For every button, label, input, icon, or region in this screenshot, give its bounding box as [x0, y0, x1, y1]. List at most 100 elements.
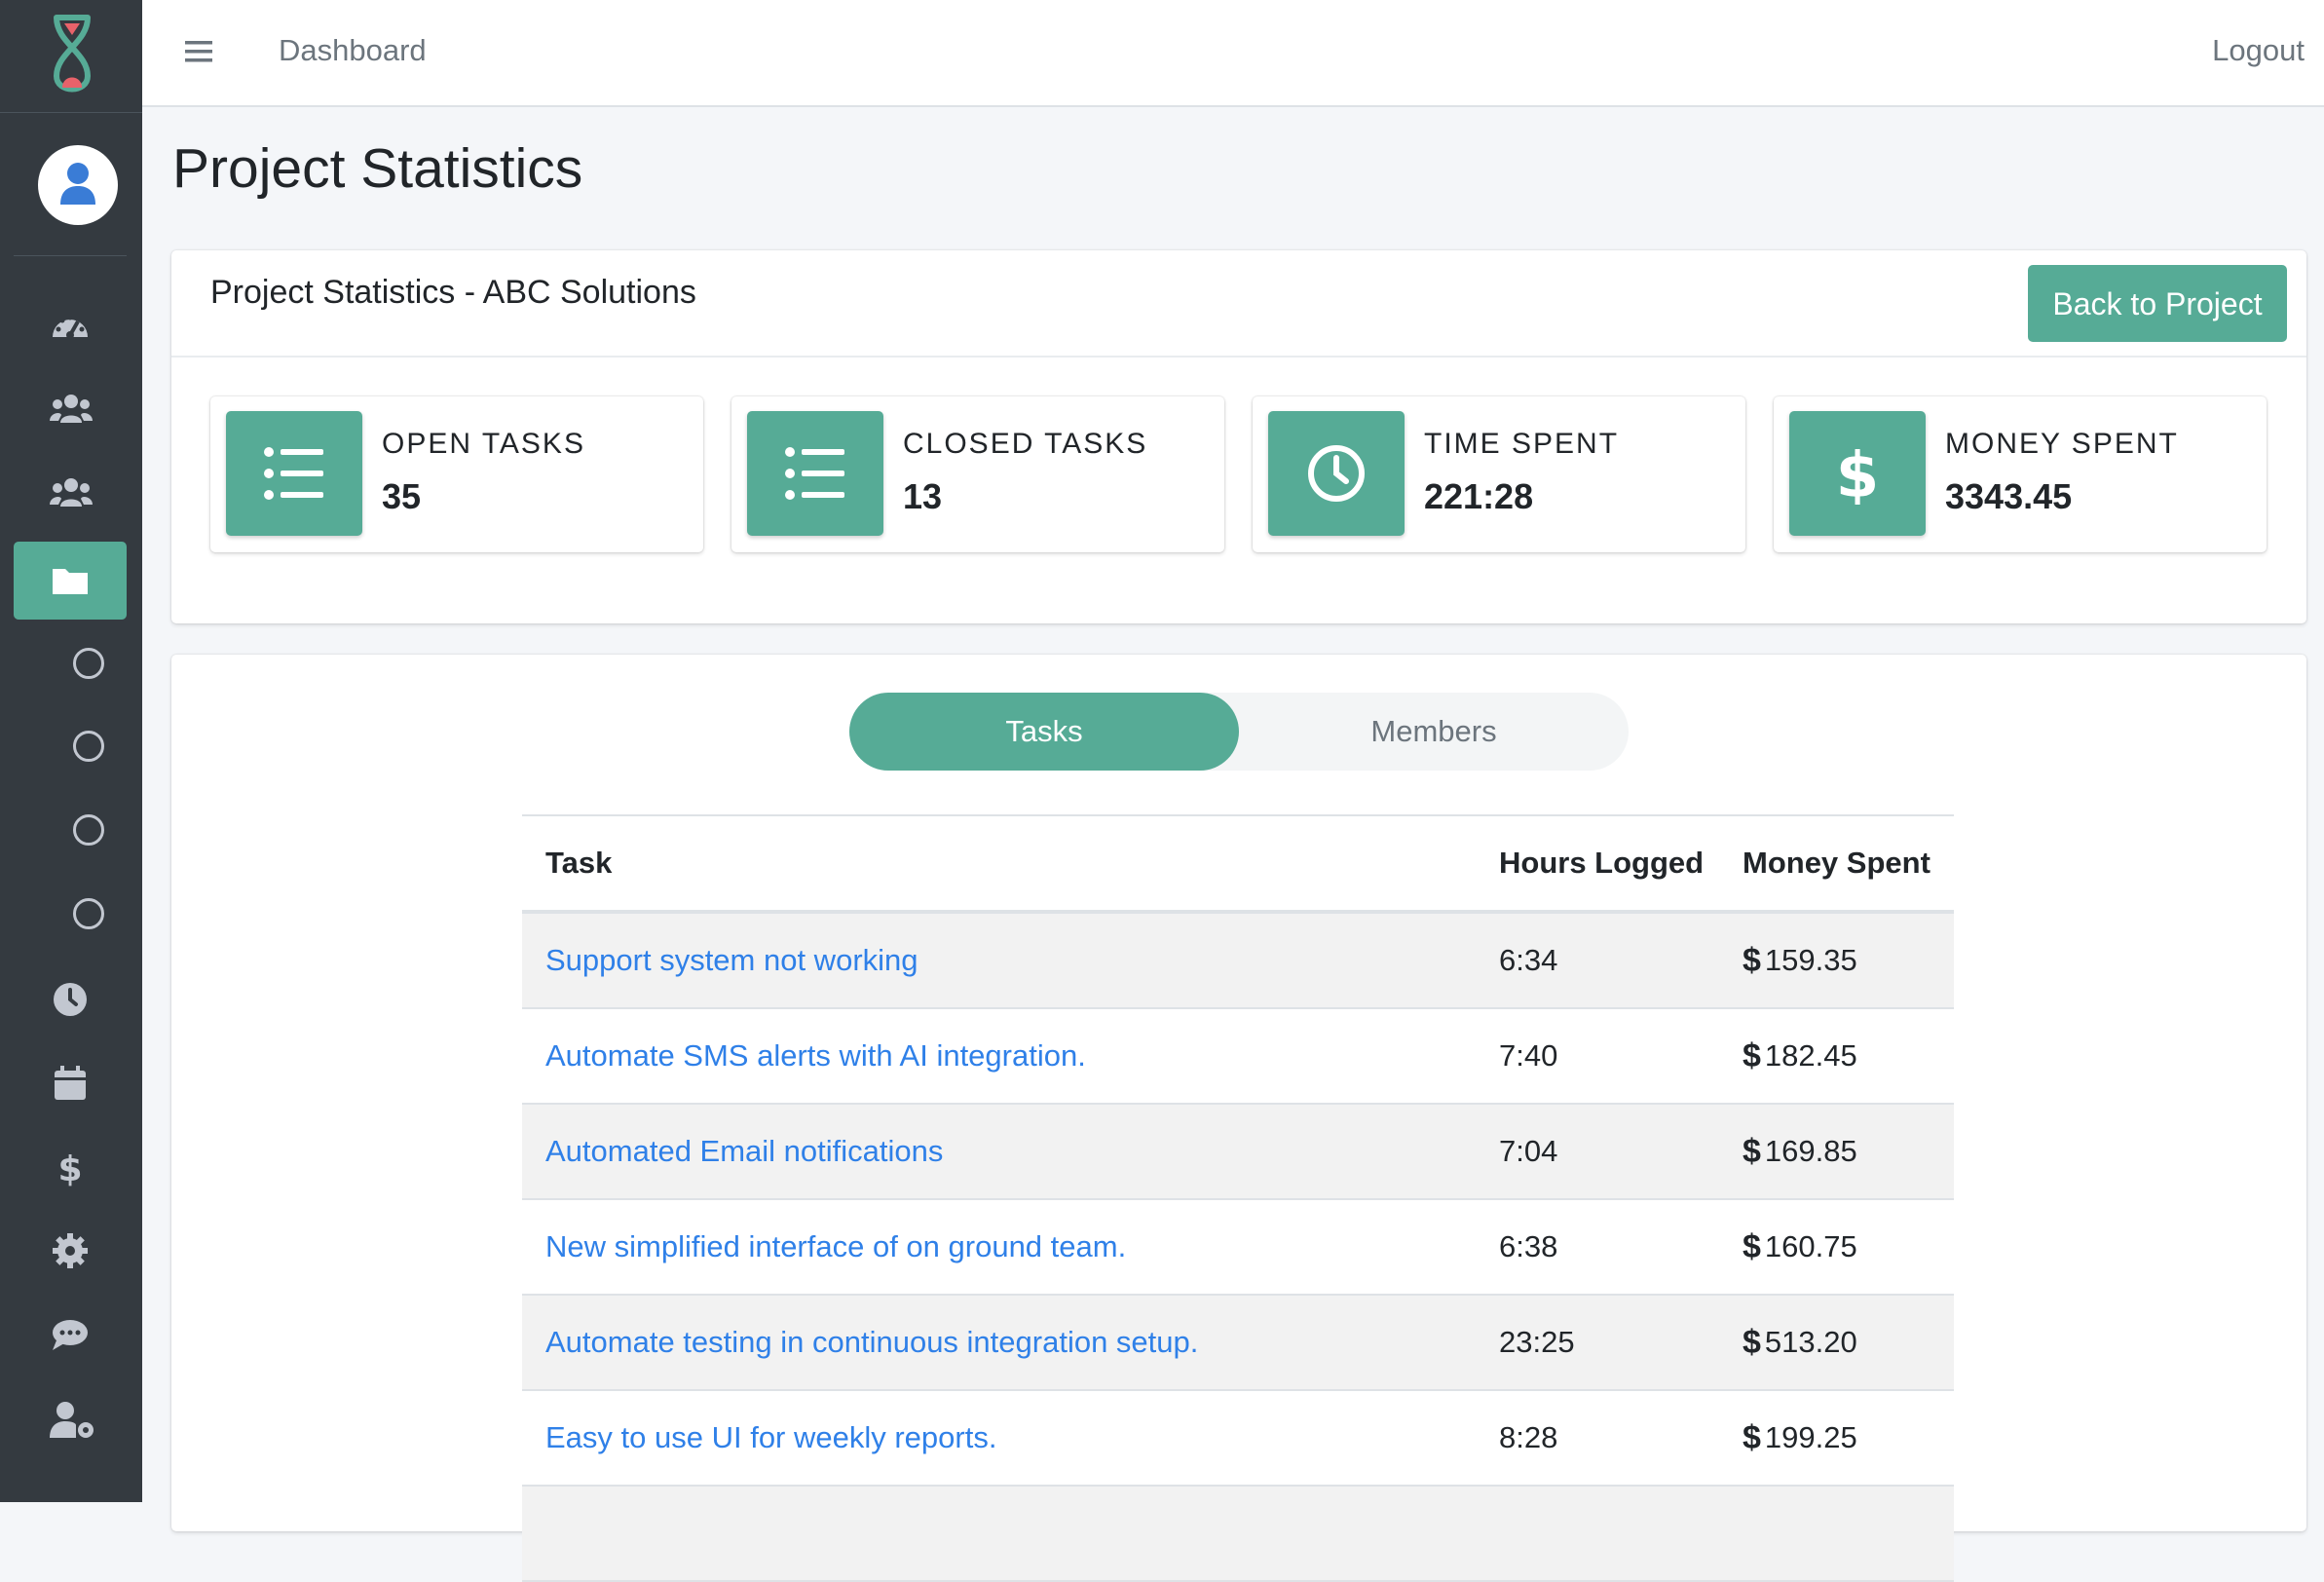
task-link[interactable]: New simplified interface of on ground te… — [545, 1229, 1126, 1264]
sidebar-subitem-4-icon[interactable] — [73, 898, 104, 929]
table-row: Automated Email notifications 7:04 $169.… — [522, 1105, 1954, 1200]
money-spent-icon-box: $ — [1789, 411, 1926, 536]
currency-symbol: $ — [1743, 1227, 1761, 1265]
time-spent-box: TIME SPENT 221:28 — [1253, 396, 1745, 552]
teams-icon — [50, 478, 93, 507]
money-cell: $160.75 — [1743, 1200, 1857, 1294]
sidebar-item-clients[interactable] — [14, 370, 127, 448]
stat-label: OPEN TASKS — [382, 428, 585, 460]
stat-value: 13 — [903, 476, 943, 516]
money-cell: $169.85 — [1743, 1105, 1857, 1198]
stat-value: 3343.45 — [1945, 476, 2073, 516]
user-icon — [60, 163, 95, 205]
task-link[interactable]: Automate SMS alerts with AI integration. — [545, 1038, 1086, 1074]
sidebar-subitem-1-icon[interactable] — [73, 648, 104, 679]
column-header-task[interactable]: Task — [545, 816, 612, 910]
sidebar: $ — [0, 0, 142, 1502]
column-header-money[interactable]: Money Spent — [1743, 816, 1930, 910]
hours-cell: 6:38 — [1499, 1229, 1558, 1263]
task-link[interactable]: Support system not working — [545, 943, 918, 978]
money-value: 160.75 — [1764, 1229, 1857, 1263]
stat-label: CLOSED TASKS — [903, 428, 1148, 460]
svg-text:$: $ — [57, 1149, 82, 1188]
sidebar-item-time[interactable] — [14, 960, 127, 1038]
closed-tasks-icon-box — [747, 411, 883, 536]
sidebar-subitem-2-icon[interactable] — [73, 731, 104, 762]
money-value: 182.45 — [1764, 1038, 1857, 1073]
money-value: 199.25 — [1764, 1420, 1857, 1454]
sidebar-item-user-settings[interactable] — [14, 1381, 127, 1459]
hours-cell: 8:28 — [1499, 1420, 1558, 1454]
open-tasks-box: OPEN TASKS 35 — [210, 396, 703, 552]
currency-symbol: $ — [1743, 1036, 1761, 1074]
tab-members[interactable]: Members — [1239, 693, 1629, 771]
time-spent-icon-box — [1268, 411, 1405, 536]
table-row: New simplified interface of on ground te… — [522, 1200, 1954, 1296]
stat-value: 35 — [382, 476, 422, 516]
logout-link[interactable]: Logout — [2212, 33, 2305, 68]
dashboard-icon — [53, 315, 88, 339]
task-link[interactable]: Automate testing in continuous integrati… — [545, 1325, 1198, 1360]
sidebar-item-settings[interactable] — [14, 1212, 127, 1290]
closed-tasks-box: CLOSED TASKS 13 — [731, 396, 1224, 552]
sidebar-item-calendar[interactable] — [14, 1044, 127, 1122]
table-row: Support system not working 6:34 $159.35 — [522, 914, 1954, 1009]
brand-logo-icon — [53, 15, 92, 93]
hours-cell: 6:34 — [1499, 943, 1558, 977]
sidebar-item-projects[interactable] — [14, 542, 127, 620]
money-cell: $199.25 — [1743, 1391, 1857, 1485]
table-row: Easy to use UI for weekly reports. 8:28 … — [522, 1391, 1954, 1487]
sidebar-item-dashboard[interactable] — [14, 288, 127, 366]
sidebar-item-messages[interactable] — [14, 1296, 127, 1374]
task-link[interactable]: Automated Email notifications — [545, 1134, 943, 1169]
sidebar-item-finance[interactable]: $ — [14, 1128, 127, 1206]
list-icon — [785, 447, 844, 500]
clock-icon — [54, 983, 87, 1016]
hamburger-menu-icon[interactable] — [183, 37, 214, 66]
column-header-hours[interactable]: Hours Logged — [1499, 816, 1704, 910]
table-row: Automate SMS alerts with AI integration.… — [522, 1009, 1954, 1105]
sidebar-divider — [14, 255, 127, 256]
money-cell: $513.20 — [1743, 1296, 1857, 1389]
sidebar-item-teams[interactable] — [14, 454, 127, 532]
dashboard-link[interactable]: Dashboard — [279, 33, 427, 68]
tasks-table: Task Hours Logged Money Spent Support sy… — [522, 814, 1954, 1582]
stat-value: 221:28 — [1424, 476, 1534, 516]
card-title: Project Statistics - ABC Solutions — [210, 274, 696, 311]
open-tasks-icon-box — [226, 411, 362, 536]
summary-card: Project Statistics - ABC Solutions Back … — [171, 250, 2306, 623]
clients-icon — [50, 395, 93, 423]
details-card: Tasks Members Task Hours Logged Money Sp… — [171, 655, 2306, 1582]
dollar-icon: $ — [57, 1149, 82, 1188]
currency-symbol: $ — [1743, 1132, 1761, 1170]
money-value: 169.85 — [1764, 1134, 1857, 1168]
table-row-partial — [522, 1487, 1954, 1582]
money-cell: $159.35 — [1743, 914, 1857, 1007]
clock-icon — [1308, 445, 1365, 502]
page-title: Project Statistics — [172, 137, 583, 200]
chat-icon — [53, 1320, 88, 1350]
tab-tasks[interactable]: Tasks — [849, 693, 1239, 771]
task-link[interactable]: Easy to use UI for weekly reports. — [545, 1420, 996, 1455]
svg-text:$: $ — [1836, 442, 1880, 505]
stat-label: MONEY SPENT — [1945, 428, 2179, 460]
currency-symbol: $ — [1743, 1323, 1761, 1361]
folder-icon — [53, 569, 88, 594]
table-row: Automate testing in continuous integrati… — [522, 1296, 1954, 1391]
card-header: Project Statistics - ABC Solutions Back … — [171, 250, 2306, 358]
currency-symbol: $ — [1743, 941, 1761, 979]
sidebar-subitem-3-icon[interactable] — [73, 814, 104, 846]
money-value: 513.20 — [1764, 1325, 1857, 1359]
hours-cell: 7:04 — [1499, 1134, 1558, 1168]
gear-icon — [53, 1233, 88, 1268]
brand-logo[interactable] — [0, 0, 142, 113]
currency-symbol: $ — [1743, 1418, 1761, 1456]
user-cog-icon — [50, 1402, 94, 1438]
tab-switcher: Tasks Members — [849, 693, 1629, 771]
calendar-icon — [55, 1066, 86, 1100]
money-spent-box: $ MONEY SPENT 3343.45 — [1774, 396, 2267, 552]
back-to-project-button[interactable]: Back to Project — [2028, 265, 2287, 342]
user-avatar[interactable] — [38, 145, 118, 225]
stat-label: TIME SPENT — [1424, 428, 1620, 460]
top-navbar: Dashboard Logout — [142, 0, 2324, 107]
